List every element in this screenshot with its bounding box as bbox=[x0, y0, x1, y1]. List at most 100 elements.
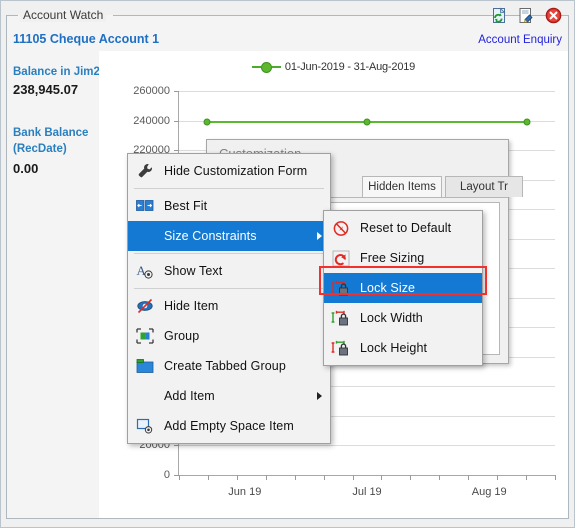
tab-hidden-items[interactable]: Hidden Items bbox=[362, 176, 442, 197]
chart-x-tick bbox=[410, 475, 412, 480]
chart-x-label: Aug 19 bbox=[471, 486, 507, 498]
chart-x-tick bbox=[323, 475, 325, 480]
tab-layout-tree[interactable]: Layout Tr bbox=[445, 176, 523, 197]
menu-item-hide-item[interactable]: Hide Item bbox=[128, 291, 330, 321]
chevron-right-icon bbox=[317, 232, 322, 240]
groupbox-title: Account Watch bbox=[20, 8, 107, 22]
account-enquiry-link[interactable]: Account Enquiry bbox=[478, 34, 562, 46]
hide-item-icon bbox=[132, 295, 158, 317]
menu-item-label: Best Fit bbox=[164, 199, 208, 213]
submenu-item-label: Free Sizing bbox=[360, 251, 425, 265]
menu-item-size-constraints[interactable]: Size Constraints bbox=[128, 221, 330, 251]
chart-gridline bbox=[179, 445, 555, 447]
lock-width-icon bbox=[328, 307, 354, 329]
legend-line-right bbox=[271, 66, 281, 68]
reset-icon bbox=[328, 217, 354, 239]
tabbed-group-icon bbox=[132, 355, 158, 377]
free-sizing-icon bbox=[328, 247, 354, 269]
menu-item-best-fit[interactable]: Best Fit bbox=[128, 191, 330, 221]
menu-separator bbox=[134, 253, 324, 254]
chart-x-tick bbox=[526, 475, 528, 480]
chart-x-tick bbox=[207, 475, 209, 480]
chart-x-tick bbox=[497, 475, 499, 480]
balance-summary-pane: Balance in Jim2 238,945.07 Bank Balance … bbox=[7, 51, 100, 518]
submenu-item-lock-height[interactable]: Lock Height bbox=[324, 333, 482, 363]
balance-label: Balance in Jim2 bbox=[13, 66, 100, 78]
groupbox-border-left bbox=[6, 15, 18, 16]
chart-x-label: Jun 19 bbox=[228, 486, 262, 498]
size-constraints-submenu[interactable]: Reset to Default Free Sizing Lock Size L… bbox=[323, 210, 483, 366]
balance-value: 238,945.07 bbox=[13, 82, 79, 97]
menu-item-label: Size Constraints bbox=[164, 229, 257, 243]
chevron-right-icon bbox=[317, 392, 322, 400]
menu-item-hide-customization-form[interactable]: Hide Customization Form bbox=[128, 156, 330, 186]
submenu-item-lock-width[interactable]: Lock Width bbox=[324, 303, 482, 333]
chart-y-tick bbox=[174, 445, 179, 447]
account-watch-window: Account Watch 11105 Cheque Account 1 Acc… bbox=[0, 0, 575, 528]
page-title: 11105 Cheque Account 1 bbox=[13, 32, 160, 46]
submenu-item-label: Lock Height bbox=[360, 341, 428, 355]
chart-data-point bbox=[523, 118, 531, 126]
chart-x-tick bbox=[179, 475, 180, 480]
submenu-item-lock-size[interactable]: Lock Size bbox=[324, 273, 482, 303]
menu-item-label: Add Item bbox=[164, 389, 215, 403]
lock-size-icon bbox=[328, 277, 354, 299]
submenu-item-label: Reset to Default bbox=[360, 221, 452, 235]
chart-x-tick bbox=[555, 475, 556, 480]
chart-y-label: 260000 bbox=[133, 85, 170, 97]
menu-item-label: Show Text bbox=[164, 264, 223, 278]
legend-marker bbox=[260, 61, 272, 73]
close-icon[interactable] bbox=[545, 7, 562, 24]
chart-y-tick bbox=[174, 120, 179, 122]
bank-balance-label-line2: (RecDate) bbox=[13, 143, 67, 155]
chart-y-label: 240000 bbox=[133, 114, 170, 127]
chart-y-tick bbox=[174, 150, 179, 152]
customization-context-menu[interactable]: Hide Customization Form Best Fit Size Co… bbox=[127, 153, 331, 444]
menu-item-show-text[interactable]: A Show Text bbox=[128, 256, 330, 286]
menu-item-label: Add Empty Space Item bbox=[164, 419, 294, 433]
edit-icon[interactable] bbox=[518, 7, 535, 24]
wrench-icon bbox=[132, 160, 158, 182]
menu-item-add-item[interactable]: Add Item bbox=[128, 381, 330, 411]
submenu-item-reset-to-default[interactable]: Reset to Default bbox=[324, 213, 482, 243]
chart-legend: 01-Jun-2019 - 31-Aug-2019 bbox=[99, 61, 568, 73]
header-icon-group bbox=[491, 7, 562, 24]
menu-item-label: Hide Item bbox=[164, 299, 219, 313]
bank-balance-value: 0.00 bbox=[13, 161, 39, 176]
menu-separator bbox=[134, 188, 324, 189]
size-constraints-icon bbox=[132, 225, 158, 247]
bank-balance-label-line1: Bank Balance bbox=[13, 127, 89, 139]
refresh-icon[interactable] bbox=[491, 7, 508, 24]
submenu-item-label: Lock Width bbox=[360, 311, 423, 325]
chart-x-tick bbox=[439, 475, 441, 480]
show-text-icon: A bbox=[132, 260, 158, 282]
menu-item-label: Group bbox=[164, 329, 200, 343]
menu-item-label: Hide Customization Form bbox=[164, 164, 308, 178]
chart-data-point bbox=[363, 118, 371, 126]
submenu-item-label: Lock Size bbox=[360, 281, 416, 295]
chart-data-point bbox=[203, 118, 211, 126]
chart-y-tick bbox=[174, 91, 179, 92]
menu-item-label: Create Tabbed Group bbox=[164, 359, 286, 373]
chart-y-label: 0 bbox=[163, 469, 170, 481]
empty-space-icon bbox=[132, 415, 158, 437]
chart-x-tick bbox=[352, 475, 354, 480]
chart-x-label: Jul 19 bbox=[352, 486, 382, 498]
chart-x-tick bbox=[236, 475, 238, 480]
group-icon bbox=[132, 325, 158, 347]
add-item-icon bbox=[132, 385, 158, 407]
menu-separator bbox=[134, 288, 324, 289]
legend-label: 01-Jun-2019 - 31-Aug-2019 bbox=[284, 61, 416, 73]
menu-item-create-tabbed-group[interactable]: Create Tabbed Group bbox=[128, 351, 330, 381]
submenu-item-free-sizing[interactable]: Free Sizing bbox=[324, 243, 482, 273]
chart-x-tick bbox=[468, 475, 470, 480]
legend-line-left bbox=[251, 66, 261, 68]
menu-item-group[interactable]: Group bbox=[128, 321, 330, 351]
best-fit-icon bbox=[132, 195, 158, 217]
chart-x-tick bbox=[294, 475, 296, 480]
chart-gridline bbox=[179, 91, 555, 92]
chart-x-tick bbox=[265, 475, 267, 480]
lock-height-icon bbox=[328, 337, 354, 359]
chart-x-tick bbox=[381, 475, 383, 480]
menu-item-add-empty-space-item[interactable]: Add Empty Space Item bbox=[128, 411, 330, 441]
